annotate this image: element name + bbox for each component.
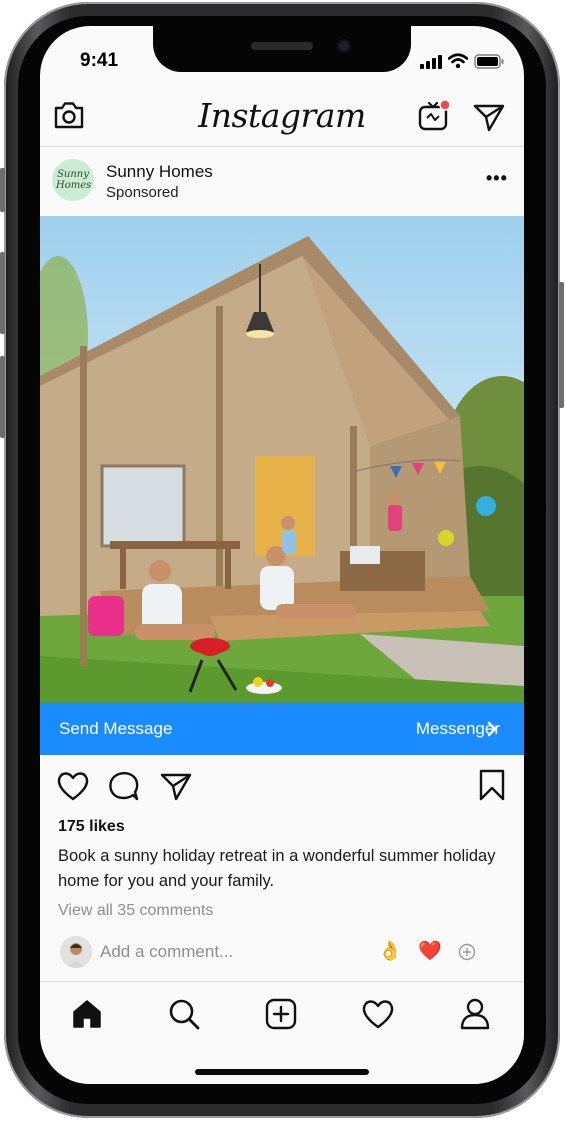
likes-count[interactable]: 175 likes [58,818,125,836]
heart-icon[interactable] [56,770,90,802]
home-icon[interactable] [70,997,104,1031]
mute-switch [0,168,5,212]
app-logo-title: Instagram [198,96,366,135]
chevron-right-icon [486,718,498,740]
volume-up-button [0,252,5,334]
new-post-icon[interactable] [264,997,298,1031]
igtv-icon[interactable] [417,98,451,132]
search-icon[interactable] [167,997,201,1031]
header-divider [40,146,524,147]
share-icon[interactable] [159,771,193,801]
home-indicator[interactable] [195,1069,369,1075]
send-message-label: Send Message [59,719,173,738]
power-button [559,282,564,408]
comment-icon[interactable] [107,770,141,802]
account-avatar[interactable]: Sunny Homes [52,159,94,201]
battery-icon [474,54,504,69]
heart-reaction[interactable]: ❤️ [418,939,442,963]
ok-hand-reaction[interactable]: 👌 [378,939,402,963]
phone-screen: 9:41 Instagram Sunny Homes Sunny Homes S… [40,26,524,1084]
bookmark-icon[interactable] [477,768,507,802]
cta-bar[interactable]: Send Message Messenger [40,703,524,755]
add-comment-input[interactable]: Add a comment... [100,942,233,962]
direct-send-icon[interactable] [472,102,506,132]
activity-icon[interactable] [361,998,395,1030]
account-logo-text: Sunny Homes [56,169,92,191]
notch [153,26,411,72]
profile-icon[interactable] [458,996,492,1030]
post-image[interactable] [40,216,524,703]
post-caption: Book a sunny holiday retreat in a wonder… [58,847,496,890]
wifi-icon [448,53,468,69]
speaker [251,42,313,50]
top-nav-bar: Instagram [40,92,524,146]
signal-icon [420,55,442,69]
more-options-icon[interactable]: ••• [486,168,508,189]
volume-down-button [0,356,5,438]
sponsored-label: Sponsored [106,184,179,201]
front-camera [337,39,351,53]
view-comments-link[interactable]: View all 35 comments [58,902,213,920]
status-time: 9:41 [80,50,119,71]
account-name[interactable]: Sunny Homes [106,162,213,182]
add-reaction-icon[interactable] [458,943,476,961]
user-avatar [60,936,92,968]
